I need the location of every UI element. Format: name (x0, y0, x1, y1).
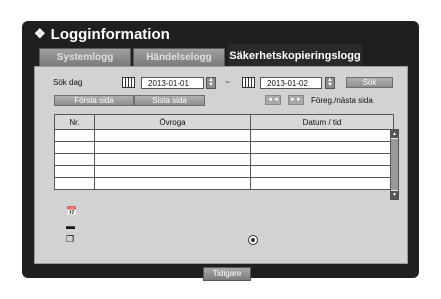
scroll-thumb[interactable] (391, 139, 398, 190)
table-row[interactable] (54, 129, 394, 142)
copy-icon: ❐ (66, 234, 75, 244)
back-button[interactable]: Tidigare (203, 267, 251, 281)
column-header-number: Nr. (54, 114, 95, 130)
last-page-button[interactable]: Sista sida (134, 95, 205, 106)
search-day-label: Sök dag (53, 78, 83, 87)
end-date-field[interactable]: 2013-01-02 (260, 77, 322, 89)
search-button[interactable]: Sök (346, 77, 393, 88)
record-indicator-icon (248, 235, 258, 245)
column-header-other: Övroga (94, 114, 251, 130)
prev-page-icon[interactable]: ◄◄ (265, 95, 281, 105)
diamond-icon: ❖ (34, 26, 46, 41)
calendar-icon: 📅 (66, 206, 78, 216)
table-row[interactable] (54, 141, 394, 154)
start-date-spinner[interactable]: ▲ ▼ (206, 77, 216, 89)
tab-event-log[interactable]: Händelselogg (133, 48, 225, 66)
table-row[interactable] (54, 153, 394, 166)
scroll-down-icon[interactable]: ▼ (391, 191, 398, 199)
table-scrollbar[interactable]: ▲ ▼ (390, 129, 399, 200)
calendar-icon[interactable] (122, 77, 135, 88)
tab-system-log[interactable]: Systemlogg (39, 48, 131, 66)
column-header-datetime: Datum / tid (250, 114, 394, 130)
log-table: Nr. Övroga Datum / tid (54, 114, 394, 190)
end-date-spinner[interactable]: ▲ ▼ (325, 77, 335, 89)
start-date-field[interactable]: 2013-01-01 (141, 77, 204, 89)
tab-backup-log[interactable]: Säkerhetskopieringslogg (228, 44, 362, 66)
next-page-icon[interactable]: ►► (288, 95, 304, 105)
table-row[interactable] (54, 177, 394, 190)
window-title: Logginformation (50, 25, 170, 43)
date-separator: ~ (225, 78, 230, 87)
calendar-icon[interactable] (242, 77, 255, 88)
device-icon: ▬ (66, 221, 75, 231)
prev-next-label: Föreg./nästa sida (311, 96, 373, 105)
table-header-row: Nr. Övroga Datum / tid (54, 114, 394, 130)
scroll-up-icon[interactable]: ▲ (391, 130, 398, 138)
table-row[interactable] (54, 165, 394, 178)
first-page-button[interactable]: Första sida (54, 95, 134, 106)
